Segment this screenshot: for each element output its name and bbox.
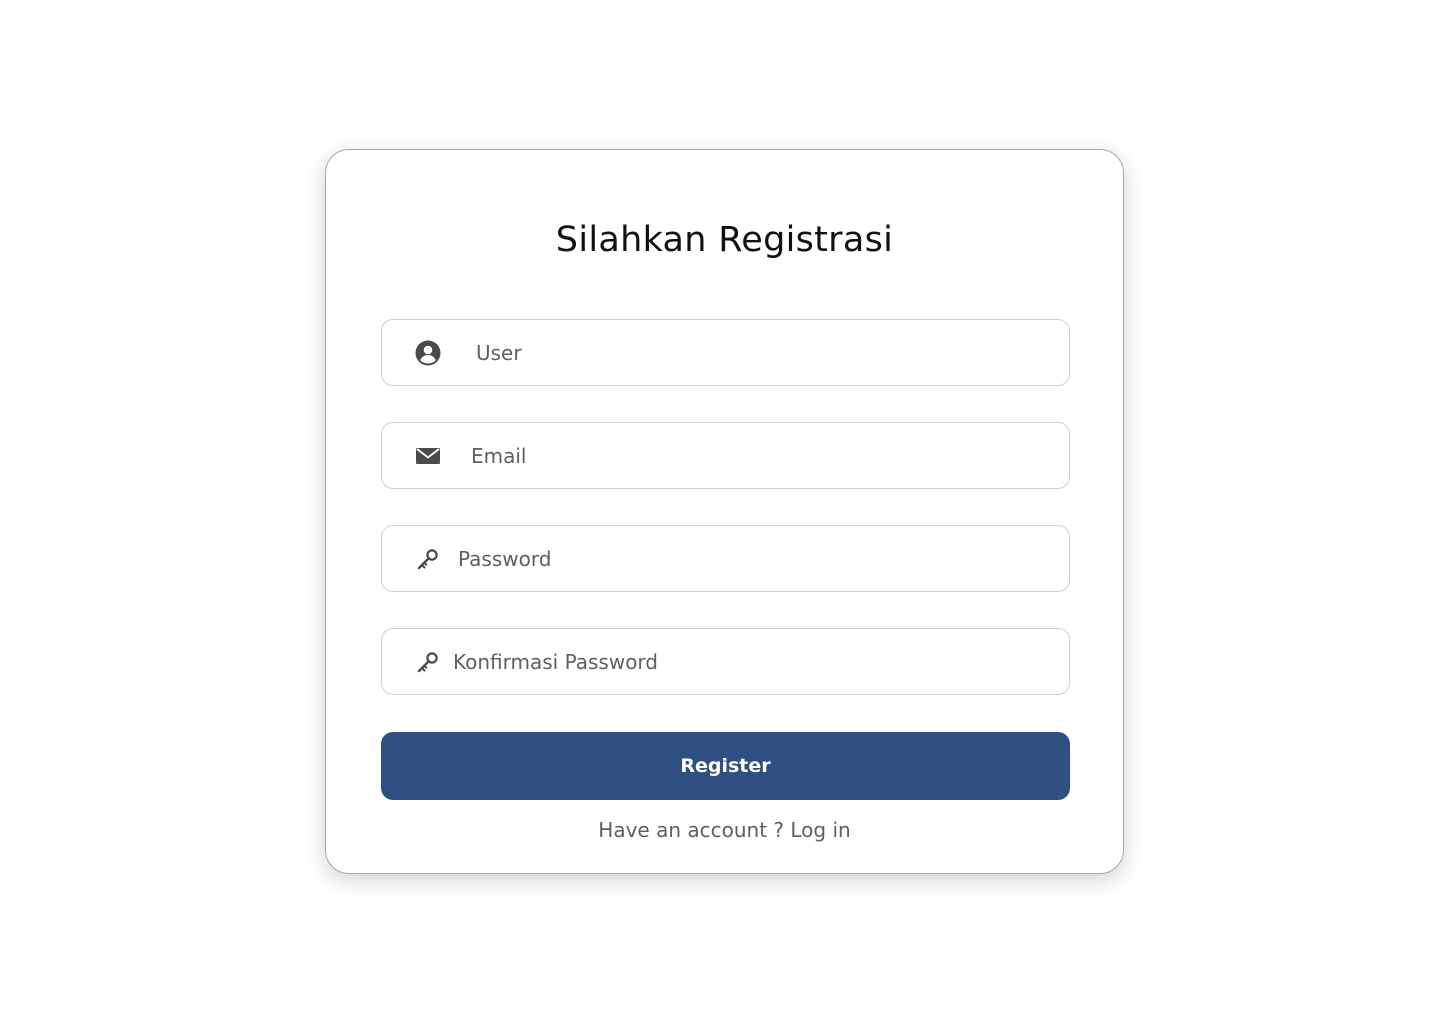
page-title: Silahkan Registrasi bbox=[555, 220, 894, 260]
login-prompt-text: Have an account ? bbox=[598, 818, 785, 842]
register-button[interactable]: Register bbox=[381, 732, 1070, 800]
login-prompt: Have an account ? Log in bbox=[326, 818, 1123, 842]
user-input[interactable] bbox=[476, 320, 1053, 385]
email-field[interactable] bbox=[381, 422, 1070, 489]
confirm-password-field[interactable] bbox=[381, 628, 1070, 695]
key-icon bbox=[415, 649, 441, 675]
password-field[interactable] bbox=[381, 525, 1070, 592]
registration-card: Silahkan Registrasi User Email Register … bbox=[325, 149, 1124, 874]
envelope-icon bbox=[415, 443, 441, 469]
user-circle-icon bbox=[415, 340, 441, 366]
confirm-password-input[interactable] bbox=[453, 629, 1053, 694]
key-icon bbox=[415, 546, 441, 572]
login-link[interactable]: Log in bbox=[790, 818, 850, 842]
email-input[interactable] bbox=[471, 423, 1053, 488]
password-input[interactable] bbox=[458, 526, 1053, 591]
user-field[interactable] bbox=[381, 319, 1070, 386]
